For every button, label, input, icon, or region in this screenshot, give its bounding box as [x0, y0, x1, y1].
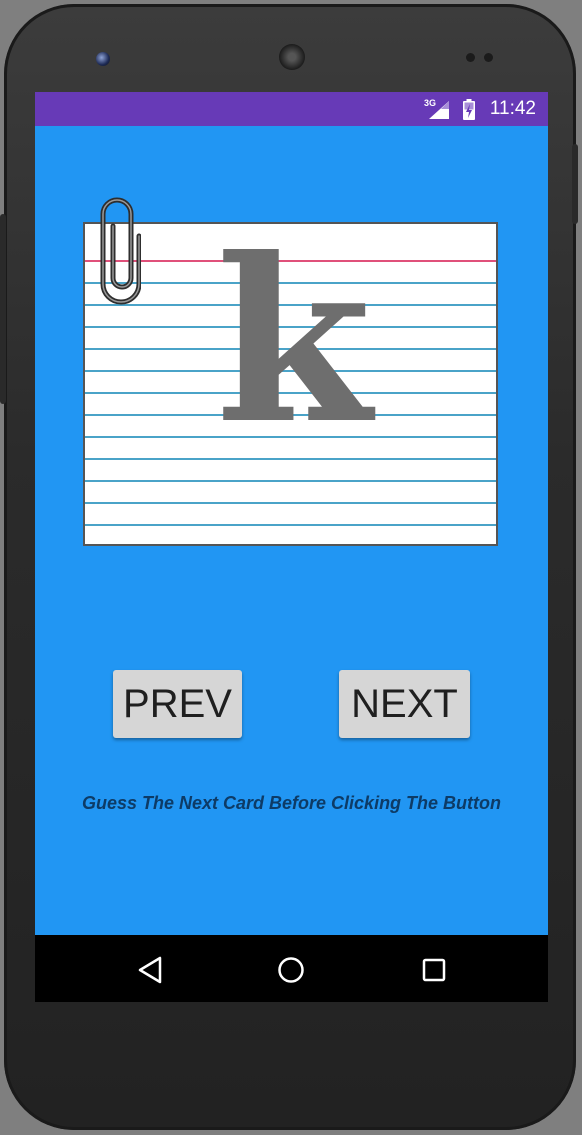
back-triangle-icon[interactable] [137, 956, 163, 984]
card-rule-line [85, 524, 496, 526]
front-camera [96, 52, 110, 66]
prev-button[interactable]: PREV [113, 670, 242, 738]
paperclip-icon [100, 197, 141, 305]
proximity-sensor [466, 53, 475, 62]
next-button[interactable]: NEXT [339, 670, 470, 738]
hint-text: Guess The Next Card Before Clicking The … [81, 793, 502, 813]
card-rule-line [85, 502, 496, 504]
clock: 11:42 [489, 98, 536, 119]
navigation-bar [35, 935, 548, 1002]
home-circle-icon[interactable] [277, 956, 305, 984]
flash-card[interactable]: k [83, 222, 498, 546]
card-rule-line [85, 480, 496, 482]
signal-icon [429, 101, 449, 119]
card-letter: k [215, 222, 372, 474]
power-button [0, 214, 6, 404]
light-sensor [484, 53, 493, 62]
status-bar: 3G 11:42 [35, 92, 548, 126]
volume-button [572, 144, 578, 224]
battery-icon [463, 99, 475, 120]
earpiece-speaker [279, 44, 305, 70]
recents-square-icon[interactable] [422, 958, 446, 982]
app-screen: 3G 11:42 k PREV NEXT Guess The Next Card… [35, 92, 548, 1002]
